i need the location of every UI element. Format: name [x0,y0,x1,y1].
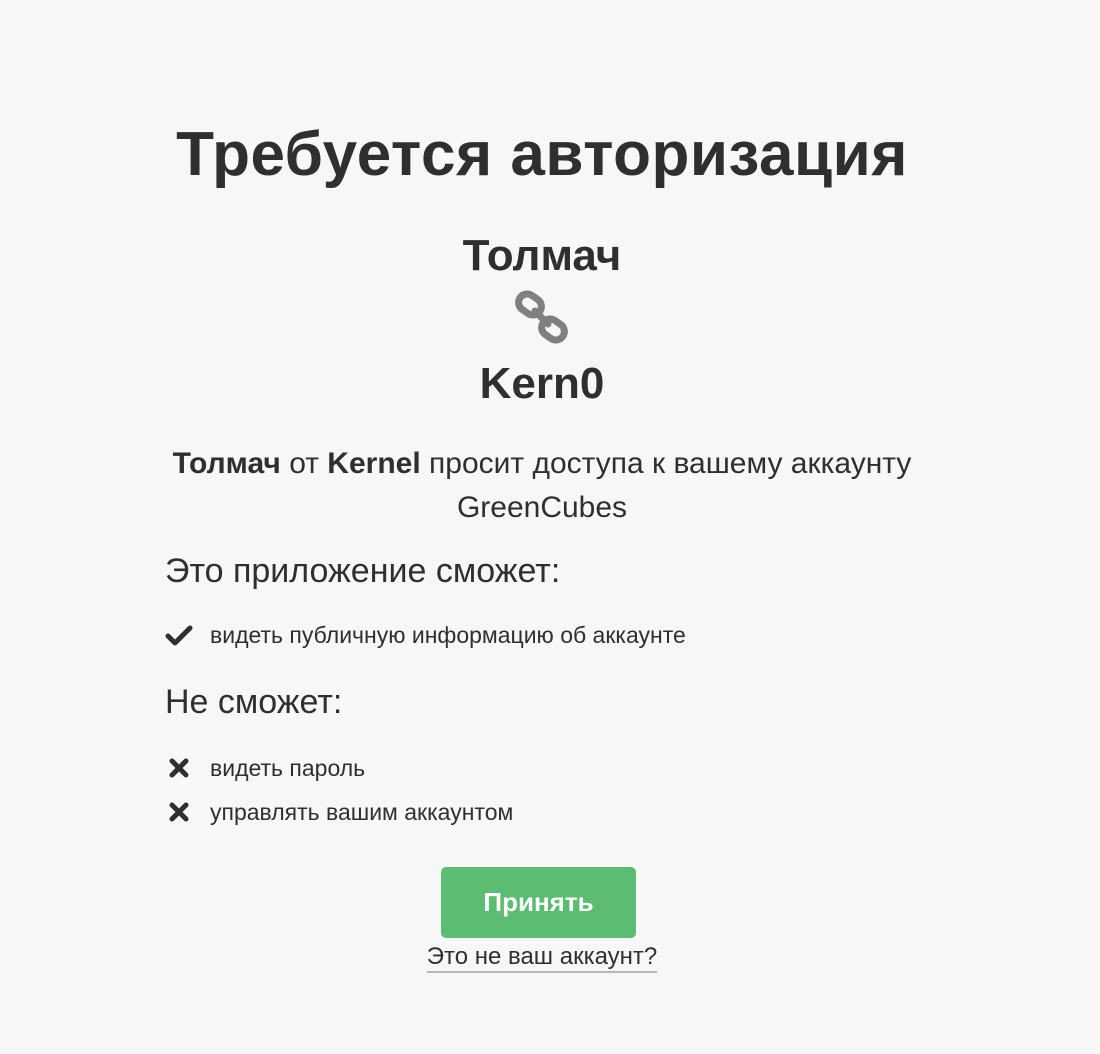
request-service-name: GreenCubes [456,491,628,524]
permission-item-denied: управлять вашим аккаунтом [165,795,513,829]
authorization-page: Требуется авторизация Толмач Kern0 Толма… [0,0,1100,1054]
app-name: Толмач [462,231,622,280]
request-description: просит доступа к вашему аккаунту [429,447,912,480]
request-from-word: от [289,447,319,480]
account-name: Kern0 [479,359,605,408]
not-your-account-link[interactable]: Это не ваш аккаунт? [426,943,658,973]
cross-icon [169,802,189,822]
cannot-heading: Не сможет: [165,683,343,721]
permission-label: управлять вашим аккаунтом [210,799,514,825]
permission-label: видеть пароль [210,755,366,781]
permission-item-denied: видеть пароль [165,751,365,785]
not-your-account-container: Это не ваш аккаунт? [0,938,1084,976]
page-title: Требуется авторизация [176,120,908,189]
request-developer-name: Kernel [327,447,421,480]
access-request-text: Толмач от Kernel просит доступа к вашему… [0,442,1084,530]
accept-button[interactable]: Принять [441,867,636,938]
check-icon [165,625,193,646]
cross-icon [169,758,189,778]
can-heading: Это приложение сможет: [165,552,561,590]
permission-label: видеть публичную информацию об аккаунте [210,622,686,648]
link-icon [515,290,568,344]
permission-item-allowed: видеть публичную информацию об аккаунте [165,618,686,652]
request-app-name: Толмач [172,447,281,480]
